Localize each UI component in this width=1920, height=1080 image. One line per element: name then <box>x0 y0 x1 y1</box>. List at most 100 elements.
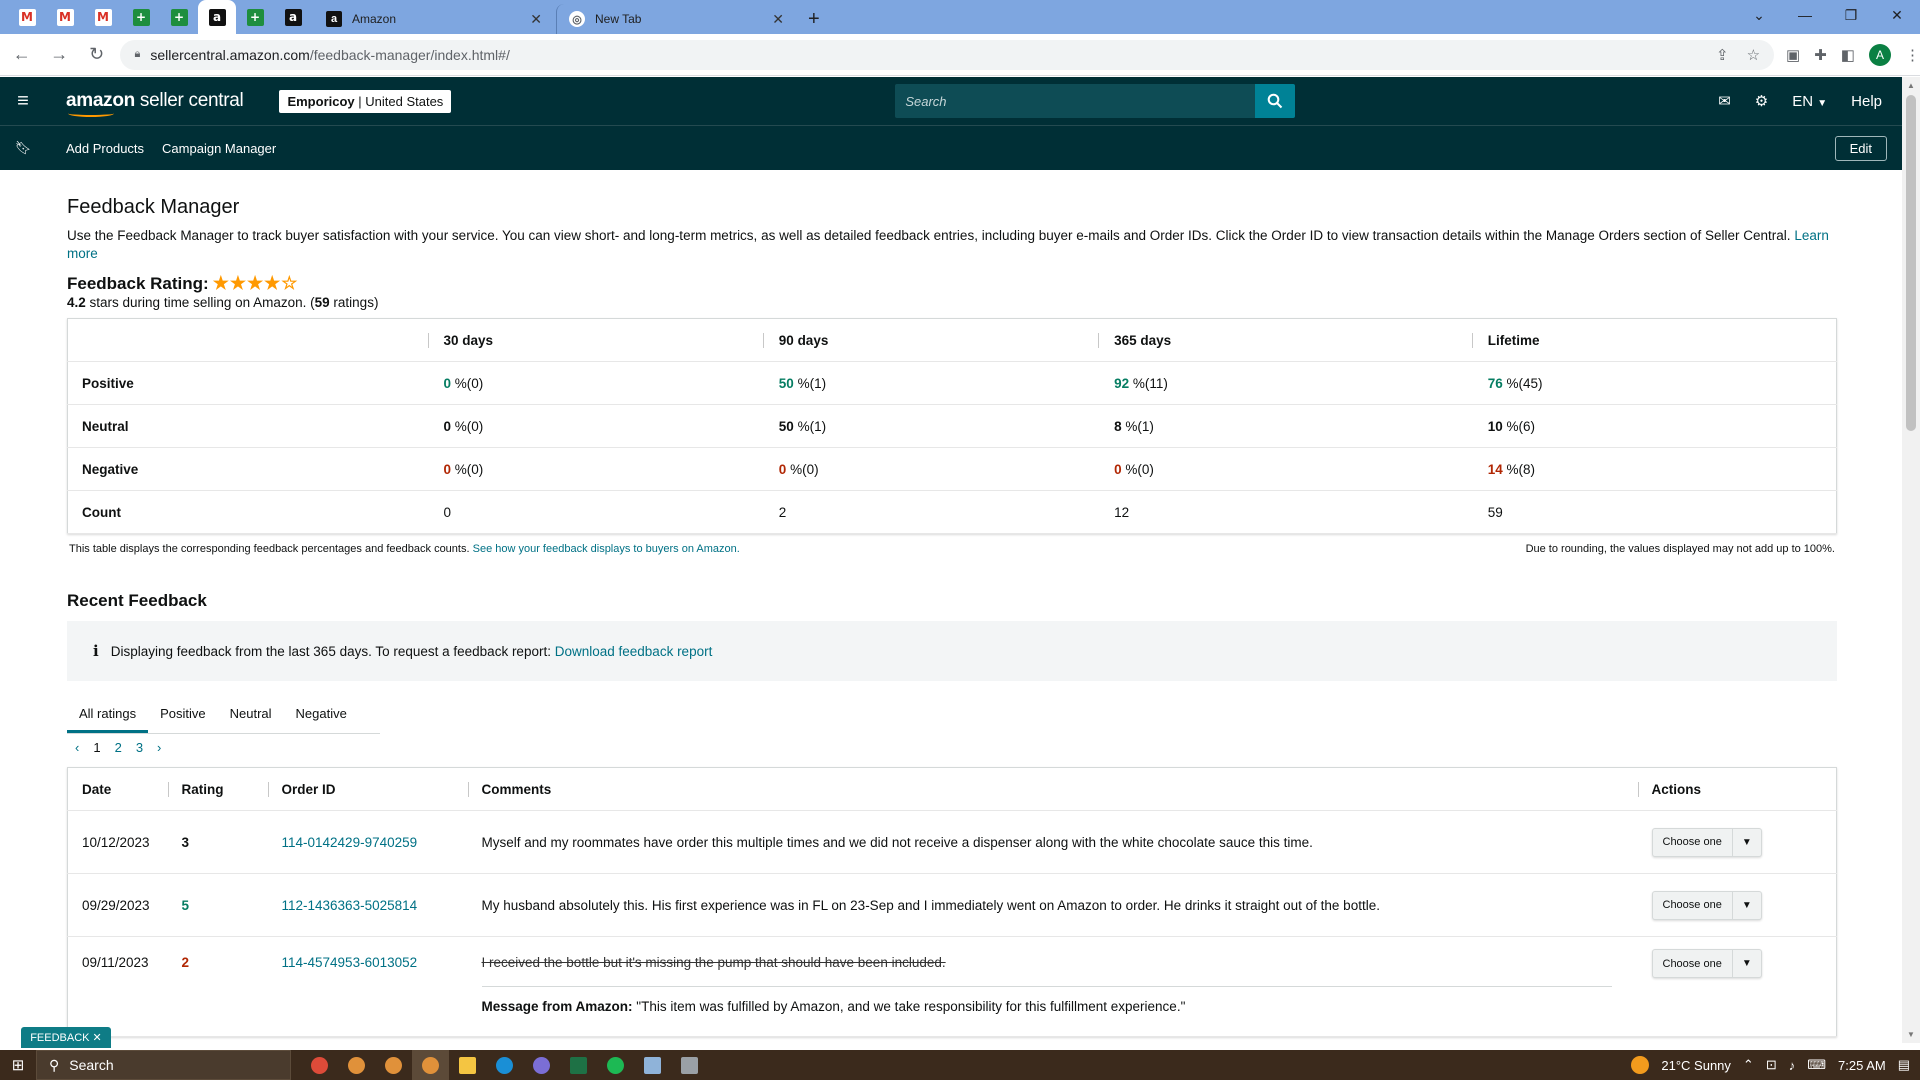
page-link[interactable]: 2 <box>115 740 122 755</box>
windows-start-icon[interactable]: ⊞ <box>0 1056 36 1074</box>
metric-suffix: %(1) <box>793 375 827 391</box>
rating-text: stars during time selling on Amazon. ( <box>85 295 315 310</box>
column-header: 90 days <box>762 318 1099 362</box>
action-dropdown[interactable]: Choose one ▼ <box>1651 890 1762 920</box>
recent-feedback-heading: Recent Feedback <box>67 591 207 610</box>
forward-icon[interactable]: → <box>43 39 74 71</box>
menu-dots-icon[interactable]: ⋮ <box>1905 46 1920 64</box>
order-id-link[interactable]: 112-1436363-5025814 <box>282 898 418 913</box>
calculator-icon[interactable] <box>671 1050 708 1080</box>
seller-central-logo[interactable]: amazon seller central <box>66 90 244 117</box>
pinned-tab-sheets[interactable]: + <box>160 0 198 34</box>
keyboard-icon[interactable]: ⌨ <box>1807 1057 1826 1073</box>
search-button[interactable] <box>1255 84 1296 118</box>
order-id-link[interactable]: 114-0142429-9740259 <box>282 835 418 850</box>
taskbar-search[interactable]: ⚲ Search <box>36 1050 291 1080</box>
close-window-icon[interactable]: ✕ <box>1874 0 1920 30</box>
share-icon[interactable]: ⇪ <box>1716 46 1729 64</box>
feedback-display-link[interactable]: See how your feedback displays to buyers… <box>473 543 740 555</box>
gear-icon[interactable]: ⚙ <box>1755 92 1768 110</box>
pinned-tab-sheets[interactable]: + <box>236 0 274 34</box>
tab-positive[interactable]: Positive <box>148 697 218 733</box>
metric-cell: 12 <box>1098 490 1472 534</box>
tray-chevron-icon[interactable]: ⌃ <box>1743 1057 1754 1073</box>
search-input[interactable]: Search <box>895 84 1256 118</box>
nav-campaign-manager[interactable]: Campaign Manager <box>162 141 276 156</box>
chevron-left-icon[interactable]: ‹ <box>75 740 79 755</box>
pinned-tab-amazon[interactable]: a <box>274 0 312 34</box>
rating-suffix: ratings) <box>329 295 379 310</box>
bookmark-star-icon[interactable]: ☆ <box>1747 46 1760 64</box>
address-bar[interactable]: 🔒︎ sellercentral.amazon.com/feedback-man… <box>120 39 1775 70</box>
back-icon[interactable]: ← <box>6 39 37 71</box>
pinned-tab-amazon[interactable]: a <box>198 0 236 34</box>
pinned-tab-gmail[interactable]: M <box>46 0 84 34</box>
page-link[interactable]: 1 <box>93 740 100 755</box>
scroll-up-icon[interactable]: ▲ <box>1907 81 1915 90</box>
chrome-icon[interactable] <box>375 1050 412 1080</box>
tab-neutral[interactable]: Neutral <box>218 697 284 733</box>
reload-icon[interactable]: ↻ <box>81 39 112 71</box>
sheets-icon: + <box>132 8 150 26</box>
tab-amazon[interactable]: a Amazon ✕ <box>314 4 554 34</box>
tab-search-icon[interactable]: ⌄ <box>1736 0 1782 30</box>
chrome-glyph <box>348 1056 365 1074</box>
bookmark-nav-bar: 🔖︎ Add Products Campaign Manager Edit <box>0 125 1902 170</box>
edit-button[interactable]: Edit <box>1834 135 1887 161</box>
page-link[interactable]: 3 <box>136 740 143 755</box>
hamburger-menu-icon[interactable]: ≡ <box>0 90 46 113</box>
volume-icon[interactable]: ♪ <box>1789 1058 1796 1073</box>
close-tab-icon[interactable]: ✕ <box>530 11 542 28</box>
url-text[interactable]: sellercentral.amazon.com/feedback-manage… <box>150 47 1716 63</box>
feedback-widget-button[interactable]: FEEDBACK ✕ <box>21 1027 111 1048</box>
language-selector[interactable]: EN ▼ <box>1792 93 1827 110</box>
action-dropdown[interactable]: Choose one ▼ <box>1651 827 1762 857</box>
edge-icon[interactable] <box>486 1050 523 1080</box>
order-id-link[interactable]: 114-4574953-6013052 <box>282 955 418 970</box>
mail-icon[interactable]: ✉ <box>1718 92 1731 110</box>
table-row: 09/11/2023 2 114-4574953-6013052 I recei… <box>67 936 1837 1037</box>
restore-icon[interactable]: ❐ <box>1828 0 1874 30</box>
file-explorer-icon[interactable] <box>449 1050 486 1080</box>
nav-add-products[interactable]: Add Products <box>66 141 144 156</box>
profile-avatar[interactable]: A <box>1868 43 1891 66</box>
help-link[interactable]: Help <box>1851 93 1882 110</box>
action-dropdown[interactable]: Choose one ▼ <box>1651 949 1762 978</box>
new-tab-button[interactable]: + <box>808 4 820 34</box>
pinned-tab-gmail[interactable]: M <box>8 0 46 34</box>
spotify-icon[interactable] <box>597 1050 634 1080</box>
side-panel-icon[interactable]: ◧ <box>1841 46 1855 64</box>
puzzle-icon[interactable]: ✚ <box>1814 46 1827 64</box>
minimize-icon[interactable]: — <box>1782 0 1828 30</box>
pinned-tabs: M M M + + a + a <box>0 0 312 34</box>
extension-icon[interactable]: ▣ <box>1786 46 1800 64</box>
store-selector[interactable]: Emporicoy | United States <box>279 89 452 113</box>
edge-glyph <box>496 1056 513 1074</box>
weather-text[interactable]: 21°C Sunny <box>1661 1058 1731 1073</box>
metric-value: 0 <box>443 375 452 391</box>
tab-all-ratings[interactable]: All ratings <box>67 697 149 733</box>
page-scrollbar[interactable]: ▲ ▼ <box>1902 77 1920 1043</box>
notification-icon[interactable]: ▤ <box>1898 1057 1910 1073</box>
tab-negative[interactable]: Negative <box>284 697 359 733</box>
bookmark-icon[interactable]: 🔖︎ <box>0 140 46 156</box>
chrome-icon[interactable] <box>301 1050 338 1080</box>
scroll-down-icon[interactable]: ▼ <box>1907 1030 1915 1039</box>
metric-suffix: %(0) <box>786 461 819 477</box>
app-icon[interactable] <box>523 1050 560 1080</box>
pinned-tab-gmail[interactable]: M <box>84 0 122 34</box>
chrome-icon[interactable] <box>412 1050 449 1080</box>
scrollbar-thumb[interactable] <box>1906 95 1916 431</box>
chrome-icon[interactable] <box>338 1050 375 1080</box>
download-feedback-report-link[interactable]: Download feedback report <box>555 644 713 659</box>
recent-feedback-table: Date Rating Order ID Comments Actions 10… <box>67 767 1837 1037</box>
pinned-tab-sheets[interactable]: + <box>122 0 160 34</box>
lock-icon[interactable]: 🔒︎ <box>134 48 140 61</box>
clock[interactable]: 7:25 AM <box>1838 1058 1886 1073</box>
tab-new-tab[interactable]: ◎ New Tab ✕ <box>556 4 796 34</box>
close-tab-icon[interactable]: ✕ <box>772 11 784 28</box>
network-icon[interactable]: ⊡ <box>1766 1057 1777 1073</box>
chevron-right-icon[interactable]: › <box>157 740 161 755</box>
excel-icon[interactable] <box>560 1050 597 1080</box>
notepad-icon[interactable] <box>634 1050 671 1080</box>
